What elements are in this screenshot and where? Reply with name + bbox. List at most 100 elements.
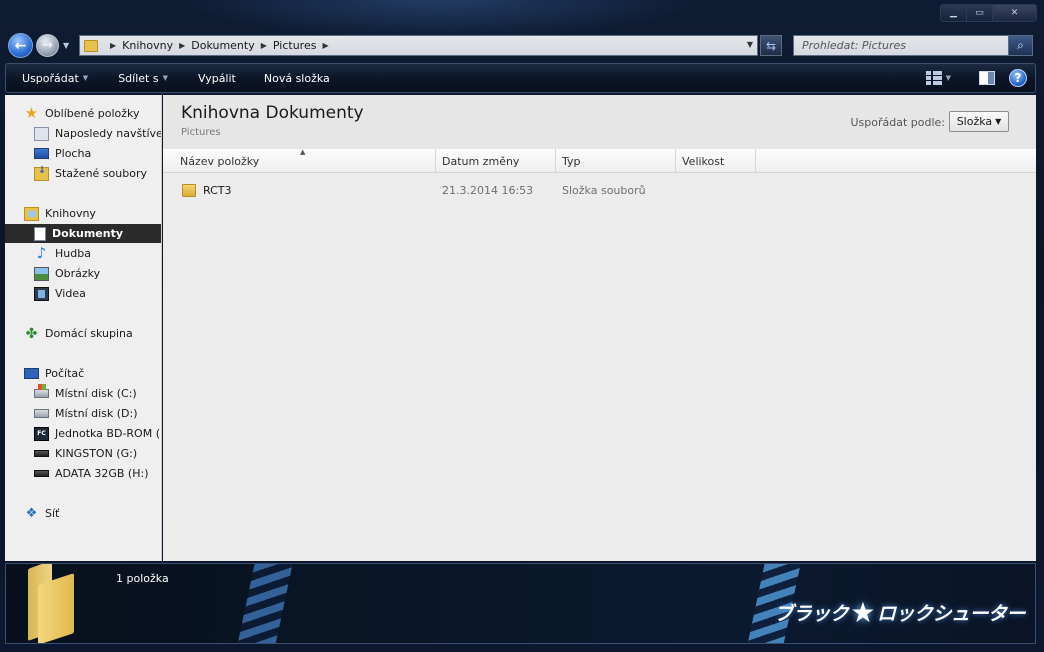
burn-button[interactable]: Vypálit — [198, 72, 236, 85]
desktop-icon — [34, 148, 49, 159]
share-button[interactable]: Sdílet s ▼ — [118, 72, 168, 85]
arrange-by-dropdown[interactable]: Složka ▼ — [949, 111, 1009, 132]
star-icon: ★ — [850, 596, 875, 629]
help-icon[interactable]: ? — [1009, 69, 1027, 87]
refresh-button[interactable]: ⇆ — [760, 35, 782, 56]
sidebar-item-label: Videa — [55, 287, 86, 300]
preview-pane-icon[interactable] — [979, 71, 995, 85]
search-icon[interactable]: ⌕ — [1008, 36, 1032, 55]
close-button[interactable]: ✕ — [993, 5, 1036, 21]
file-date: 21.3.2014 16:53 — [442, 183, 534, 197]
chevron-right-icon[interactable]: ▶ — [322, 41, 328, 50]
arrow-right-icon: → — [42, 38, 53, 53]
sidebar-item-homegroup[interactable]: ✤ Domácí skupina — [5, 324, 161, 343]
sidebar-item-network[interactable]: ❖ Síť — [5, 504, 161, 523]
chevron-right-icon[interactable]: ▶ — [110, 41, 116, 50]
chevron-down-icon: ▼ — [995, 117, 1002, 126]
homegroup-icon: ✤ — [25, 325, 38, 342]
sidebar-item-label: KINGSTON (G:) — [55, 447, 138, 460]
column-type[interactable]: Typ — [556, 149, 676, 173]
sidebar-item-label: Plocha — [55, 147, 92, 160]
sidebar-item-downloads[interactable]: Stažené soubory — [5, 164, 161, 183]
sidebar-item-libraries[interactable]: Knihovny — [5, 204, 161, 223]
usb-drive-icon — [34, 470, 49, 477]
minimize-button[interactable]: ▁ — [941, 5, 967, 21]
command-bar: Uspořádat ▼ Sdílet s ▼ Vypálit Nová slož… — [5, 63, 1036, 93]
computer-icon — [24, 368, 39, 379]
view-options-icon[interactable] — [925, 71, 942, 85]
page-title: Knihovna Dokumenty — [181, 103, 364, 123]
column-name-label: Název položky — [180, 154, 260, 168]
sidebar-item-recent[interactable]: Naposledy navštíven — [5, 124, 162, 143]
sidebar-item-disk-c[interactable]: Místní disk (C:) — [5, 384, 161, 403]
sidebar-item-label: Oblíbené položky — [45, 107, 140, 120]
burn-label: Vypálit — [197, 71, 236, 85]
arrange-by-value: Složka — [956, 115, 993, 128]
video-icon — [34, 286, 49, 301]
sidebar-item-disk-d[interactable]: Místní disk (D:) — [5, 404, 161, 423]
arrow-left-icon: ← — [14, 37, 27, 54]
sidebar-item-kingston[interactable]: KINGSTON (G:) — [5, 444, 161, 463]
chevron-down-icon: ▼ — [162, 74, 168, 82]
library-header: Knihovna Dokumenty Pictures Uspořádat po… — [163, 95, 1036, 149]
item-count: 1 položka — [116, 572, 169, 585]
search-box: ⌕ — [793, 35, 1033, 56]
sidebar-item-pictures[interactable]: Obrázky — [5, 264, 161, 283]
table-row[interactable]: RCT3 21.3.2014 16:53 Složka souborů — [163, 179, 1036, 201]
brand-logo: ブラック ★ ロックシューター — [774, 596, 1025, 629]
sidebar-item-label: Síť — [45, 507, 60, 520]
back-button[interactable]: ← — [8, 33, 33, 58]
column-date[interactable]: Datum změny — [436, 149, 556, 173]
sidebar-item-label: Naposledy navštíven — [55, 127, 162, 140]
sidebar-item-desktop[interactable]: Plocha — [5, 144, 161, 163]
column-date-label: Datum změny — [442, 154, 520, 168]
network-icon: ❖ — [25, 506, 38, 521]
new-folder-button[interactable]: Nová složka — [264, 72, 330, 85]
library-icon — [24, 206, 39, 221]
recent-pages-dropdown[interactable]: ▼ — [63, 41, 69, 50]
sidebar-item-adata[interactable]: ADATA 32GB (H:) — [5, 464, 161, 483]
navigation-pane: ★ Oblíbené položky Naposledy navštíven P… — [5, 95, 162, 561]
brand-text-left: ブラック — [774, 603, 849, 625]
sidebar-item-music[interactable]: ♪ Hudba — [5, 244, 161, 263]
address-bar[interactable]: ▶ Knihovny ▶ Dokumenty ▶ Pictures ▶ ▼ — [79, 35, 758, 56]
sidebar-item-label: Stažené soubory — [55, 167, 147, 180]
maximize-button[interactable]: ▭ — [967, 5, 993, 21]
search-input[interactable] — [794, 36, 1008, 55]
chevron-right-icon[interactable]: ▶ — [179, 41, 185, 50]
column-size[interactable]: Velikost — [676, 149, 756, 173]
breadcrumb-pictures[interactable]: Pictures — [273, 39, 317, 52]
caption-buttons: ▁ ▭ ✕ — [940, 4, 1037, 22]
sidebar-item-label: ADATA 32GB (H:) — [55, 467, 149, 480]
breadcrumb-libraries[interactable]: Knihovny — [122, 39, 173, 52]
sidebar-item-documents[interactable]: Dokumenty — [5, 224, 161, 243]
sidebar-item-bd-rom[interactable]: FC Jednotka BD-ROM (F — [5, 424, 161, 443]
sidebar-item-label: Místní disk (C:) — [55, 387, 137, 400]
chevron-right-icon[interactable]: ▶ — [261, 41, 267, 50]
folder-icon — [28, 564, 74, 643]
column-header: ▲ Název položky Datum změny Typ Velikost — [163, 148, 1036, 173]
details-pane: 1 položka ブラック ★ ロックシューター — [5, 563, 1036, 644]
forward-button[interactable]: → — [36, 34, 59, 57]
organize-label: Uspořádat — [22, 71, 79, 85]
column-type-label: Typ — [562, 154, 581, 168]
file-type: Složka souborů — [562, 183, 646, 197]
address-dropdown-icon[interactable]: ▼ — [747, 40, 753, 49]
sidebar-item-label: Hudba — [55, 247, 91, 260]
sidebar-item-favorites[interactable]: ★ Oblíbené položky — [5, 104, 161, 123]
sidebar-item-label: Knihovny — [45, 207, 96, 220]
recent-places-icon — [34, 126, 49, 141]
pictures-icon — [34, 266, 49, 281]
sort-ascending-icon: ▲ — [300, 148, 306, 156]
folder-icon — [84, 39, 98, 52]
column-name[interactable]: ▲ Název položky — [163, 148, 436, 173]
sidebar-item-label: Počítač — [45, 367, 85, 380]
organize-button[interactable]: Uspořádat ▼ — [22, 72, 88, 85]
sidebar-item-videos[interactable]: Videa — [5, 284, 161, 303]
breadcrumb-documents[interactable]: Dokumenty — [191, 39, 254, 52]
chevron-down-icon[interactable]: ▼ — [946, 74, 951, 82]
file-list-pane: Knihovna Dokumenty Pictures Uspořádat po… — [163, 95, 1036, 561]
sidebar-item-computer[interactable]: Počítač — [5, 364, 161, 383]
usb-drive-icon — [34, 450, 49, 457]
library-subtitle: Pictures — [181, 127, 221, 138]
